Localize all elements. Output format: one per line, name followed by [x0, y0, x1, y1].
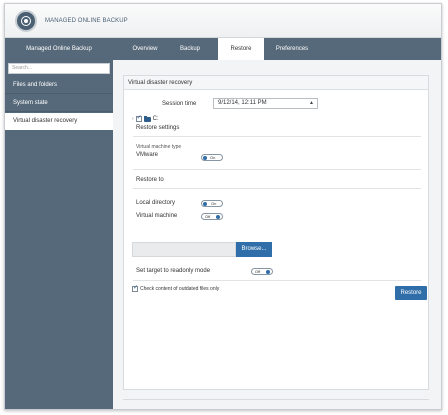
toggle-state: On [210, 155, 216, 160]
local-directory-toggle[interactable]: On [201, 200, 223, 207]
session-time-value: 9/12/14, 12:11 PM [218, 100, 267, 106]
tree-item-label: C: [152, 116, 159, 122]
panel-title: Virtual disaster recovery [124, 76, 428, 90]
sidebar: Search... Files and folders System state… [5, 60, 113, 409]
toggle-state: Off [205, 214, 211, 219]
app-logo-icon [15, 10, 37, 32]
restore-settings-heading: Restore settings [136, 125, 180, 131]
tab-overview[interactable]: Overview [123, 38, 167, 60]
app-title: MANAGED ONLINE BACKUP [45, 18, 128, 24]
top-navigation: Managed Online Backup Overview Backup Re… [5, 38, 441, 60]
restore-to-heading: Restore to [136, 177, 164, 183]
main-content: Virtual disaster recovery Session time 9… [113, 60, 441, 409]
expand-caret-icon[interactable]: › [132, 116, 134, 122]
sidebar-item-virtual-disaster-recovery[interactable]: Virtual disaster recovery [5, 113, 113, 130]
toggle-knob [216, 215, 220, 219]
virtual-machine-toggle[interactable]: Off [201, 213, 223, 220]
sidebar-item-files-and-folders[interactable]: Files and folders [5, 77, 113, 94]
nav-managed-online-backup[interactable]: Managed Online Backup [5, 38, 113, 60]
divider [133, 169, 421, 170]
select-arrows-icon: ▲ [309, 100, 314, 106]
divider [133, 136, 421, 137]
footer-divider [123, 399, 429, 400]
folder-icon [143, 115, 151, 122]
toggle-state: Off [255, 269, 261, 274]
local-directory-label: Local directory [136, 200, 176, 206]
directory-path-field[interactable] [132, 242, 236, 257]
divider [133, 188, 421, 189]
sidebar-item-system-state[interactable]: System state [5, 95, 113, 112]
title-bar: MANAGED ONLINE BACKUP [5, 4, 441, 38]
tab-restore[interactable]: Restore [218, 38, 264, 60]
toggle-state: On [211, 201, 217, 206]
tab-backup[interactable]: Backup [171, 38, 209, 60]
outdated-files-option[interactable]: Check content of outdated files only [132, 284, 220, 292]
search-input[interactable]: Search... [8, 63, 110, 74]
vm-type-label: Virtual machine type [136, 144, 182, 150]
tree-checkbox[interactable] [135, 114, 142, 122]
toggle-knob [203, 156, 207, 160]
restore-panel: Virtual disaster recovery Session time 9… [123, 75, 429, 390]
session-time-select[interactable]: 9/12/14, 12:11 PM ▲ [213, 98, 318, 109]
divider [133, 280, 421, 281]
toggle-knob [203, 202, 207, 206]
vm-type-toggle[interactable]: On [201, 154, 223, 161]
tree-item-c[interactable]: › C: [132, 114, 159, 123]
restore-button[interactable]: Restore [395, 286, 427, 300]
browse-button[interactable]: Browse... [236, 242, 272, 257]
virtual-machine-label: Virtual machine [136, 213, 178, 219]
vm-type-value: VMware [136, 152, 159, 158]
toggle-knob [266, 270, 270, 274]
session-time-label: Session time [162, 101, 197, 107]
outdated-files-label: Check content of outdated files only [140, 286, 220, 292]
readonly-mode-label: Set target to readonly mode [136, 268, 211, 274]
tab-preferences[interactable]: Preferences [267, 38, 317, 60]
app-window: MANAGED ONLINE BACKUP Managed Online Bac… [4, 3, 442, 410]
readonly-mode-toggle[interactable]: Off [251, 268, 273, 275]
outdated-files-checkbox[interactable] [132, 284, 138, 292]
